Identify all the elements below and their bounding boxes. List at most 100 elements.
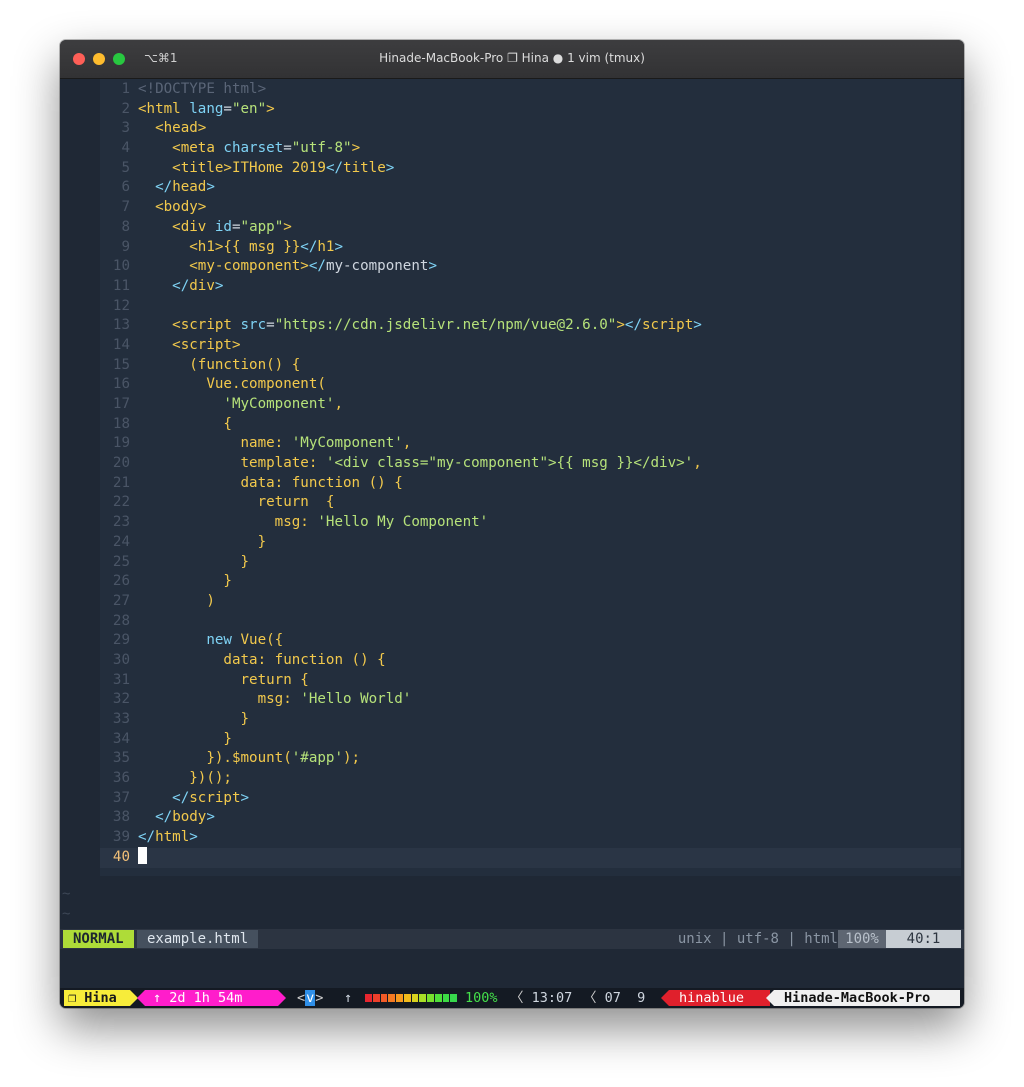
code-token: '#app' [291,750,344,767]
code-token: > [206,809,215,826]
battery-segment [411,994,419,1002]
code-line[interactable]: 11 </div> [100,277,961,297]
code-line[interactable]: 32 msg: 'Hello World' [100,690,961,710]
line-number: 26 [112,573,130,590]
line-number: 34 [112,730,130,747]
code-token: html [155,829,190,846]
line-number: 15 [112,356,130,373]
line-number: 23 [112,514,130,531]
code-token: "https://cdn.jsdelivr.net/npm/vue@2.6.0" [274,317,617,334]
segment-arrow-icon [278,990,286,1006]
code-token: "app" [240,218,284,235]
terminal-window: ⌥⌘1 Hinade-MacBook-Pro ❐ Hina ● 1 vim (t… [60,40,964,1008]
code-line[interactable]: 27 ) [100,592,961,612]
code-line[interactable]: 10 <my-component></my-component> [100,257,961,277]
code-token: lang [189,100,224,117]
code-token: > [428,258,437,275]
mode-key: v [305,990,316,1006]
code-line[interactable]: 20 template: '<div class="my-component">… [100,454,961,474]
line-number: 3 [121,120,130,137]
tmux-session-name[interactable]: ❐ Hina [64,990,130,1006]
vim-editor[interactable]: 1 <!DOCTYPE html> 2 <html lang="en"> 3 <head… [60,79,964,941]
code-token: > [385,159,395,176]
line-number: 22 [112,494,130,511]
code-token: <title> [172,159,232,176]
code-line[interactable]: 35 }).$mount('#app'); [100,749,961,769]
code-token: } [240,553,250,570]
code-line[interactable]: 22 return { [100,493,961,513]
code-line[interactable]: 13 <script src="https://cdn.jsdelivr.net… [100,316,961,336]
code-line[interactable]: 30 data: function () { [100,651,961,671]
code-token: <html [138,100,190,117]
code-line[interactable]: 17 'MyComponent', [100,395,961,415]
line-number: 8 [121,218,130,235]
code-token: { [223,415,232,432]
code-lines[interactable]: 1 <!DOCTYPE html> 2 <html lang="en"> 3 <head… [100,80,961,868]
code-line[interactable]: 28 [100,612,961,632]
code-line[interactable]: 14 <script> [100,336,961,356]
code-token: > [616,317,625,334]
line-number: 27 [112,592,130,609]
code-token: name: [240,435,292,452]
code-line[interactable]: 24 } [100,533,961,553]
tmux-statusbar: ❐ Hina ↑ 2d 1h 54m <v> ↑ 100% 〈 13:07 〈 … [60,988,964,1008]
code-line[interactable]: 4 <meta charset="utf-8"> [100,139,961,159]
code-line[interactable]: 12 [100,297,961,317]
line-number: 32 [112,691,130,708]
line-number: 38 [112,809,130,826]
code-line[interactable]: 1 <!DOCTYPE html> [100,80,961,100]
code-line[interactable]: 9 <h1>{{ msg }}</h1> [100,238,961,258]
code-token: = [223,100,232,117]
code-token: <script> [172,336,241,353]
current-line[interactable]: 40 [100,847,961,868]
code-token: > [189,829,198,846]
code-line[interactable]: 26 } [100,572,961,592]
line-number: 30 [112,651,130,668]
code-line[interactable]: 3 <head> [100,119,961,139]
code-token: </ [624,317,642,334]
code-line[interactable]: 29 new Vue({ [100,631,961,651]
code-line[interactable]: 36 })(); [100,769,961,789]
mode-indicator: NORMAL [63,930,134,948]
code-line[interactable]: 33 } [100,710,961,730]
mode-key-open: < [297,990,306,1006]
line-number: 1 [121,81,130,97]
vim-command-line[interactable] [60,950,964,988]
code-line[interactable]: 18 { [100,415,961,435]
code-line[interactable]: 19 name: 'MyComponent', [100,434,961,454]
code-line[interactable]: 25 } [100,553,961,573]
title-bar[interactable]: ⌥⌘1 Hinade-MacBook-Pro ❐ Hina ● 1 vim (t… [60,40,964,79]
code-line[interactable]: 39 </html> [100,828,961,848]
code-line[interactable]: 16 Vue.component( [100,375,961,395]
clock-time: 〈 13:07 [510,990,572,1006]
code-token: </ [172,789,190,806]
line-number: 9 [121,238,130,255]
code-line[interactable]: 37 </script> [100,789,961,809]
battery-segment [450,994,457,1002]
code-line[interactable]: 23 msg: 'Hello My Component' [100,513,961,533]
code-line[interactable]: 8 <div id="app"> [100,218,961,238]
code-token: </ [172,277,190,294]
code-line[interactable]: 5 <title>ITHome 2019</title> [100,159,961,179]
code-token: , [693,455,702,472]
code-line[interactable]: 31 return { [100,671,961,691]
code-line[interactable]: 38 </body> [100,808,961,828]
code-line[interactable]: 15 (function() { [100,356,961,376]
code-line[interactable]: 21 data: function () { [100,474,961,494]
code-line[interactable]: 7 <body> [100,198,961,218]
code-token: 'Hello World' [300,691,412,708]
code-line[interactable]: 2 <html lang="en"> [100,100,961,120]
code-token: charset [223,140,284,157]
code-line[interactable]: 34 } [100,730,961,750]
code-line[interactable]: 6 </head> [100,178,961,198]
code-token: msg: [257,691,301,708]
chevron-left-icon: 〈 [510,990,524,1006]
